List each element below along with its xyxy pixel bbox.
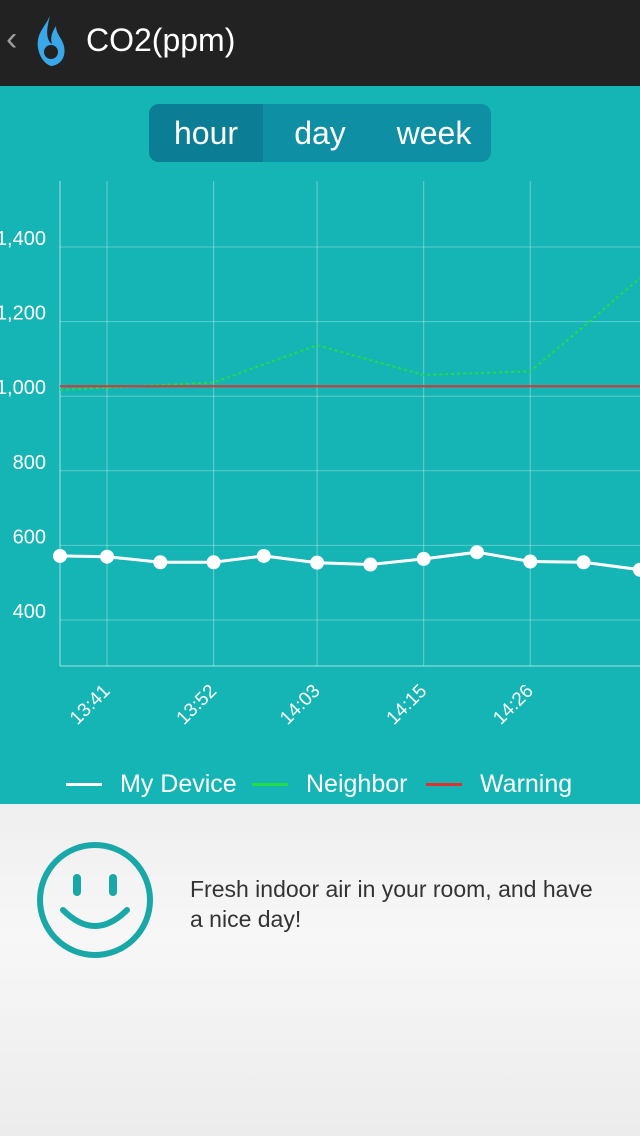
x-tick-label: 13:41: [66, 681, 114, 729]
x-tick-label: 13:52: [173, 681, 221, 729]
x-tick-label: 14:15: [383, 681, 431, 729]
legend-label-neighbor: Neighbor: [306, 770, 408, 798]
data-point-my-device: [206, 555, 221, 570]
y-tick-label: 400: [13, 601, 46, 623]
data-point-my-device: [310, 555, 325, 570]
data-point-my-device: [256, 548, 271, 563]
x-tick-label: 14:26: [489, 681, 537, 729]
y-tick-label: 600: [13, 526, 46, 548]
data-point-my-device: [469, 545, 484, 560]
legend-label-my-device: My Device: [120, 770, 237, 798]
y-tick-label: 1,000: [0, 377, 46, 399]
y-tick-label: 1,200: [0, 303, 46, 325]
data-point-my-device: [100, 549, 115, 564]
legend-neighbor: Neighbor: [252, 770, 407, 799]
legend-swatch-neighbor: [252, 783, 288, 786]
series-line-my-device: [59, 550, 640, 572]
data-point-my-device: [633, 562, 640, 577]
data-point-my-device: [416, 551, 431, 566]
air-quality-status-panel: Fresh indoor air in your room, and have …: [0, 804, 640, 1136]
legend-swatch-my-device: [66, 783, 102, 786]
smiley-face-icon: [37, 842, 153, 958]
co2-line-chart: 1,400 1,200 1,000 800 600 400 13:41 13:52 14:03 1…: [0, 181, 640, 729]
data-point-my-device: [523, 554, 538, 569]
legend-my-device: My Device: [66, 770, 237, 799]
x-tick-label: 14:03: [276, 681, 324, 729]
y-tick-label: 800: [13, 452, 46, 474]
top-app-bar: ‹ CO2(ppm): [0, 0, 640, 86]
legend-warning: Warning: [426, 770, 572, 799]
flame-icon: [37, 16, 65, 66]
data-point-my-device: [53, 548, 67, 563]
status-message: Fresh indoor air in your room, and have …: [190, 876, 593, 932]
back-chevron-icon[interactable]: ‹: [6, 20, 17, 59]
y-tick-label: 1,400: [0, 228, 46, 250]
data-point-my-device: [153, 555, 168, 570]
data-point-my-device: [576, 555, 591, 570]
data-point-my-device: [363, 557, 378, 572]
chart-legend: My Device Neighbor Warning: [0, 770, 640, 804]
legend-label-warning: Warning: [480, 770, 573, 798]
page-title: CO2(ppm): [86, 22, 236, 58]
legend-swatch-warning: [426, 783, 462, 786]
series-line-neighbor: [59, 277, 640, 391]
